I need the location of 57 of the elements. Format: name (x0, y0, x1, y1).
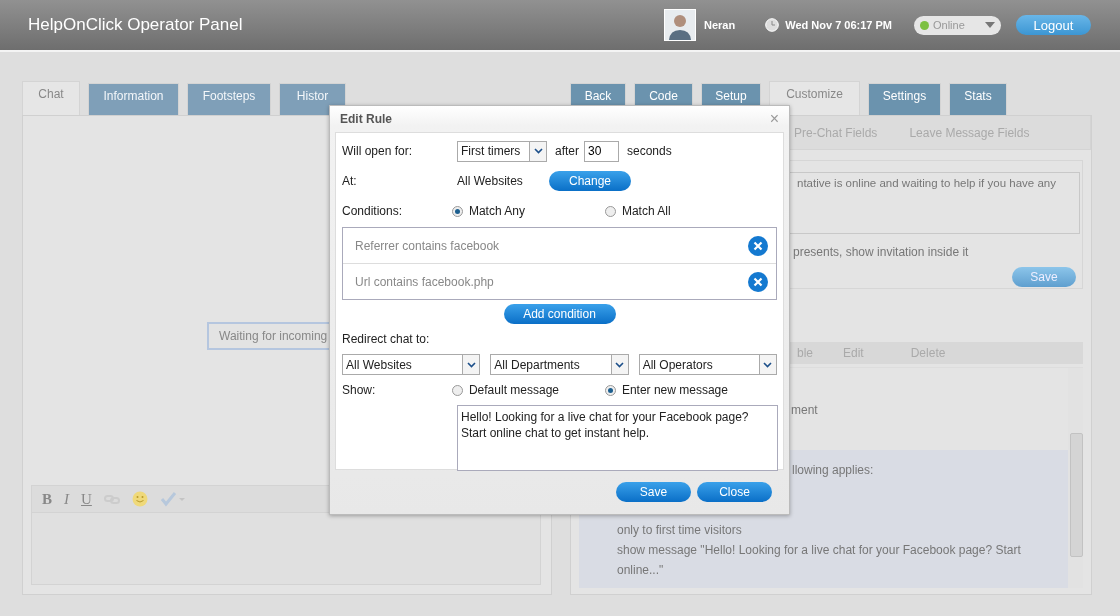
condition-text: Url contains facebook.php (355, 274, 494, 289)
clock-icon (765, 18, 780, 32)
rule-text: llowing applies: (791, 462, 875, 479)
field-label: Conditions: (342, 204, 404, 218)
waiting-message: Waiting for incoming (207, 322, 332, 350)
logout-button[interactable]: Logout (1016, 15, 1091, 35)
rule-text: only to first time visitors (617, 522, 743, 539)
tab[interactable]: Chat (22, 81, 80, 115)
spellcheck-icon[interactable] (159, 491, 186, 507)
tab[interactable]: Footsteps (187, 83, 271, 115)
remove-icon[interactable] (748, 271, 768, 292)
user-name: Neran (704, 19, 736, 31)
visitor-type-select[interactable]: First timers (457, 140, 547, 162)
smiley-icon[interactable] (131, 491, 148, 507)
field-label: Redirect chat to: (342, 332, 430, 346)
caret-icon (763, 361, 773, 368)
remove-icon[interactable] (748, 235, 768, 256)
change-button[interactable]: Change (549, 171, 631, 191)
add-condition-button[interactable]: Add condition (503, 304, 616, 324)
caret-icon (533, 148, 543, 154)
condition-text: Referrer contains facebook (355, 238, 500, 253)
tab[interactable]: Customize (769, 81, 860, 115)
caret-icon (466, 361, 476, 368)
caret-icon (615, 361, 625, 368)
underline-button[interactable]: U (81, 490, 92, 508)
tab[interactable]: Histor (279, 83, 346, 115)
rule-text: show message "Hello! Looking for a live chat for your Facebook page? Start online..." (617, 542, 1022, 579)
dialog-button[interactable]: Close (697, 482, 772, 502)
radio-option[interactable]: Match Any (451, 204, 605, 218)
message-input[interactable] (31, 513, 541, 585)
seconds-input[interactable]: 30 (584, 140, 619, 162)
italic-button[interactable]: I (64, 490, 69, 508)
status-dropdown[interactable]: Online (914, 15, 1001, 35)
dialog-button[interactable]: Save (616, 482, 691, 502)
date-time: Wed Nov 7 06:17 PM (785, 19, 892, 31)
app-title: HelpOnClick Operator Panel (28, 15, 243, 35)
radio-option[interactable]: Default message (451, 383, 605, 397)
radio-option[interactable]: Enter new message (604, 383, 777, 397)
field-label: seconds (627, 144, 672, 158)
redirect-select[interactable]: All Departments (490, 354, 629, 375)
caret-icon (985, 22, 995, 28)
tab[interactable]: Information (88, 83, 179, 115)
save-button[interactable]: Save (1012, 267, 1076, 287)
field-label: Show: (342, 383, 377, 397)
tab[interactable]: Settings (868, 83, 941, 115)
dialog-title: Edit Rule (340, 112, 392, 126)
bold-button[interactable]: B (42, 490, 52, 508)
website-value: All Websites (457, 174, 524, 188)
avatar-icon (664, 9, 697, 41)
position-option-text: presents, show invitation inside it (793, 245, 969, 259)
tab[interactable]: Stats (949, 83, 1007, 115)
redirect-select[interactable]: All Operators (638, 354, 777, 375)
field-label: Will open for: (342, 144, 414, 158)
field-label: At: (342, 174, 358, 188)
redirect-select[interactable]: All Websites (342, 354, 481, 375)
field-label: after (555, 144, 579, 158)
message-field[interactable]: Hello! Looking for a live chat for your Facebook page? Start online chat to get instant help. (457, 405, 778, 471)
